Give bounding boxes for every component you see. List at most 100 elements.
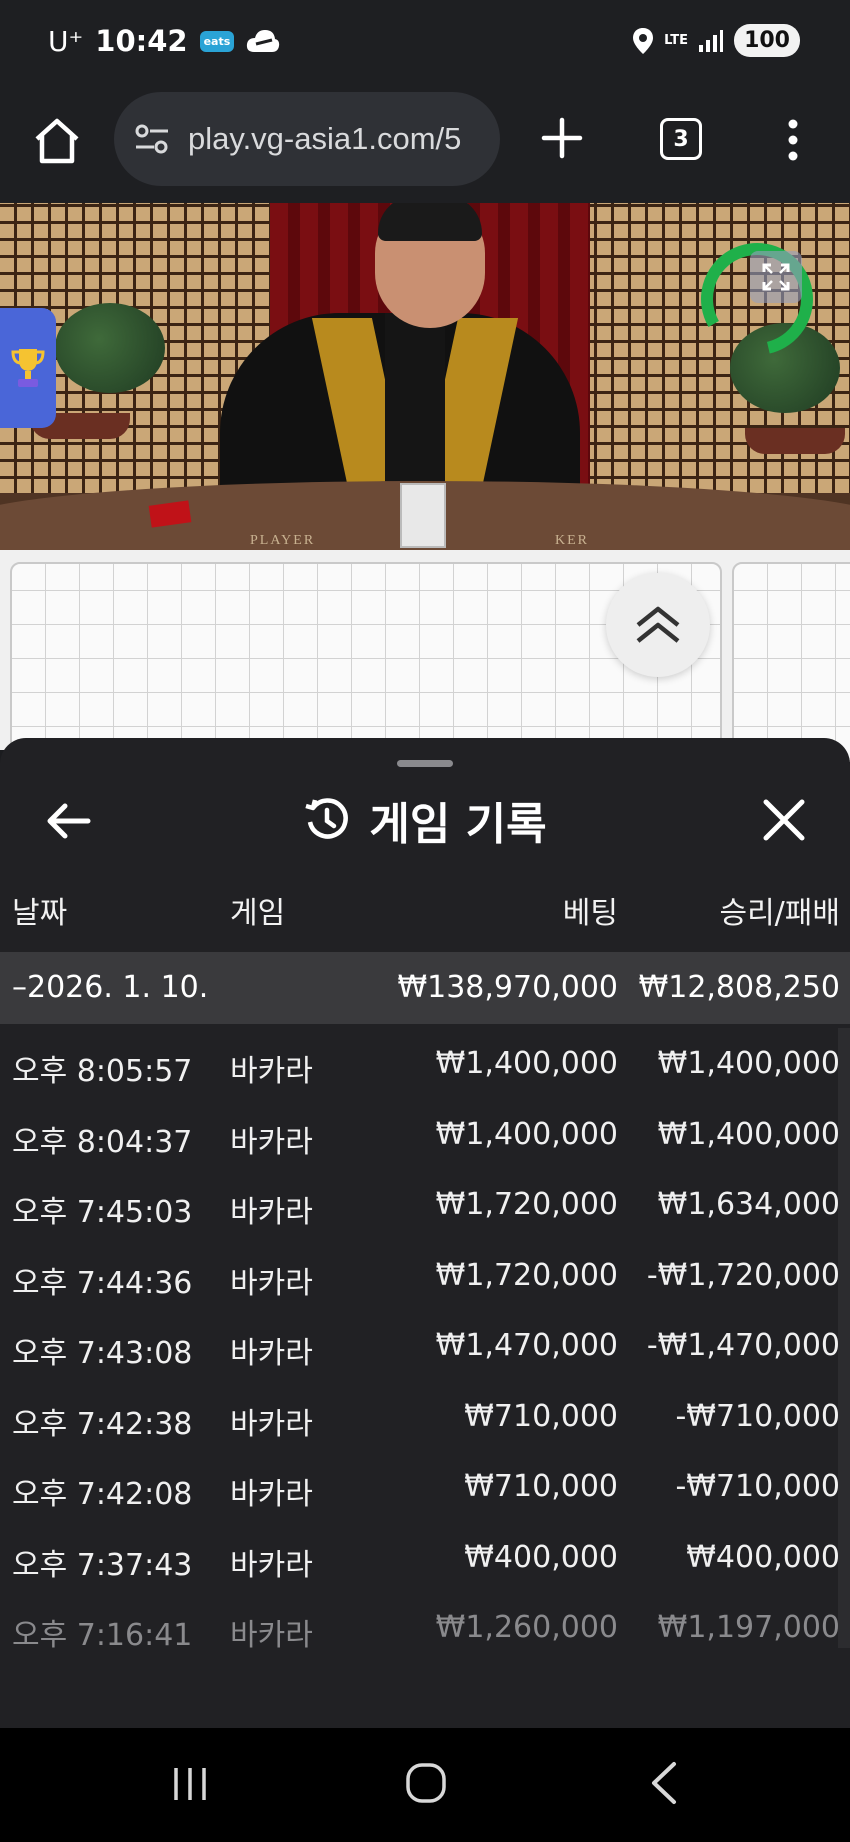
table-label-player: PLAYER [250,533,316,548]
address-bar[interactable]: play.vg-asia1.com/5 [114,92,500,186]
location-icon [633,27,654,54]
row-game: 바카라 [230,1406,313,1442]
expand-button[interactable] [750,251,802,303]
battery-level: 100 [734,24,800,57]
row-result: ₩1,634,000 [657,1187,840,1222]
bonsai-left [55,303,165,393]
column-header-bet: 베팅 [562,896,618,931]
game-history-sheet: 게임 기록 날짜 게임 베팅 승리/패배 –2026. 1. 10. ₩138,… [0,738,850,1728]
row-time: 오후 8:04:37 [12,1124,193,1160]
tab-count: 3 [673,126,689,152]
row-time: 오후 7:42:38 [12,1406,193,1442]
history-list: 오후 8:05:57 바카라 ₩1,400,000 ₩1,400,000 오후 … [0,1026,850,1661]
row-bet: ₩1,400,000 [435,1046,618,1081]
clock: 10:42 [95,24,188,58]
leaderboard-button[interactable] [0,308,56,428]
status-right: LTE 100 [632,24,800,57]
history-row[interactable]: 오후 7:45:03 바카라 ₩1,720,000 ₩1,634,000 [0,1167,850,1238]
sheet-title-text: 게임 기록 [369,799,547,850]
plus-icon[interactable] [538,114,586,162]
column-header-game: 게임 [230,896,286,931]
row-time: 오후 7:42:08 [12,1477,193,1512]
summary-bet: ₩138,970,000 [397,970,618,1005]
browser-toolbar: play.vg-asia1.com/5 3 [0,88,850,203]
history-row[interactable]: 오후 7:44:36 바카라 ₩1,720,000 -₩1,720,000 [0,1238,850,1309]
row-bet: ₩1,720,000 [435,1257,618,1293]
row-bet: ₩1,470,000 [435,1328,618,1363]
carrier-label: U⁺ [48,24,84,58]
row-result: -₩710,000 [675,1398,840,1434]
row-game: 바카라 [230,1336,313,1371]
road-map-area [0,550,850,762]
signal-icon [699,29,724,52]
nav-home-icon[interactable] [405,1762,447,1804]
history-row[interactable]: 오후 7:16:41 바카라 ₩1,260,000 ₩1,197,000 [0,1590,850,1661]
close-icon[interactable] [756,792,812,848]
history-row[interactable]: 오후 8:05:57 바카라 ₩1,400,000 ₩1,400,000 [0,1026,850,1097]
status-bar: U⁺ 10:42 eats LTE 100 [0,0,850,88]
collapse-button[interactable] [606,573,710,677]
row-bet: ₩1,400,000 [435,1116,618,1152]
card-stack [400,483,446,548]
nav-back-icon[interactable] [646,1760,682,1806]
drag-handle[interactable] [397,760,453,767]
row-result: ₩400,000 [686,1539,840,1575]
row-bet: ₩400,000 [464,1539,618,1575]
row-bet: ₩710,000 [464,1398,618,1434]
row-game: 바카라 [230,1547,313,1583]
column-header-date: 날짜 [12,896,68,931]
tune-icon[interactable] [132,119,172,159]
row-time: 오후 7:45:03 [12,1195,193,1230]
row-time: 오후 8:05:57 [12,1054,193,1089]
road-map-grid-secondary [732,562,850,762]
date-summary-row[interactable]: –2026. 1. 10. ₩138,970,000 ₩12,808,250 [0,952,850,1024]
row-result: -₩1,720,000 [646,1257,840,1293]
chevron-up-double-icon [636,606,680,643]
row-game: 바카라 [230,1124,313,1160]
history-icon [305,798,349,839]
history-row[interactable]: 오후 8:04:37 바카라 ₩1,400,000 ₩1,400,000 [0,1097,850,1168]
status-left: U⁺ 10:42 eats [48,24,280,58]
history-row[interactable]: 오후 7:42:08 바카라 ₩710,000 -₩710,000 [0,1449,850,1520]
table-label-banker: KER [555,533,589,548]
eats-notification-icon: eats [199,30,235,52]
row-bet: ₩1,720,000 [435,1187,618,1222]
row-time: 오후 7:16:41 [12,1618,193,1653]
pot-right [745,428,845,454]
scrollbar[interactable] [838,1028,850,1648]
home-icon[interactable] [32,116,82,166]
history-row[interactable]: 오후 7:42:38 바카라 ₩710,000 -₩710,000 [0,1379,850,1450]
row-time: 오후 7:37:43 [12,1547,193,1583]
system-navigation-bar [0,1728,850,1842]
column-header-result: 승리/패배 [719,896,840,931]
expand-icon [762,263,790,291]
dealer-hair [378,203,482,241]
lte-indicator: LTE [664,32,689,48]
row-time: 오후 7:44:36 [12,1265,193,1301]
history-row[interactable]: 오후 7:43:08 바카라 ₩1,470,000 -₩1,470,000 [0,1308,850,1379]
tab-switcher-icon[interactable]: 3 [660,118,702,160]
row-result: ₩1,400,000 [657,1116,840,1152]
dealer-shirt [385,313,445,493]
road-map-grid [10,562,722,762]
row-game: 바카라 [230,1265,313,1301]
row-result: -₩1,470,000 [646,1328,840,1363]
summary-date: –2026. 1. 10. [12,970,209,1005]
table-header: 날짜 게임 베팅 승리/패배 [0,888,850,940]
row-game: 바카라 [230,1195,313,1230]
row-bet: ₩1,260,000 [435,1610,618,1645]
history-row[interactable]: 오후 7:37:43 바카라 ₩400,000 ₩400,000 [0,1520,850,1591]
row-result: -₩710,000 [675,1469,840,1504]
summary-result: ₩12,808,250 [638,970,840,1005]
cloud-notification-icon [247,30,280,52]
row-time: 오후 7:43:08 [12,1336,193,1371]
nav-recents-icon[interactable] [170,1764,210,1804]
row-result: ₩1,400,000 [657,1046,840,1081]
row-bet: ₩710,000 [464,1469,618,1504]
row-game: 바카라 [230,1054,313,1089]
trophy-icon [11,349,45,387]
more-vert-icon[interactable] [776,116,810,164]
url-text: play.vg-asia1.com/5 [188,121,462,156]
row-game: 바카라 [230,1477,313,1512]
live-dealer-video[interactable]: PLAYER KER [0,203,850,550]
